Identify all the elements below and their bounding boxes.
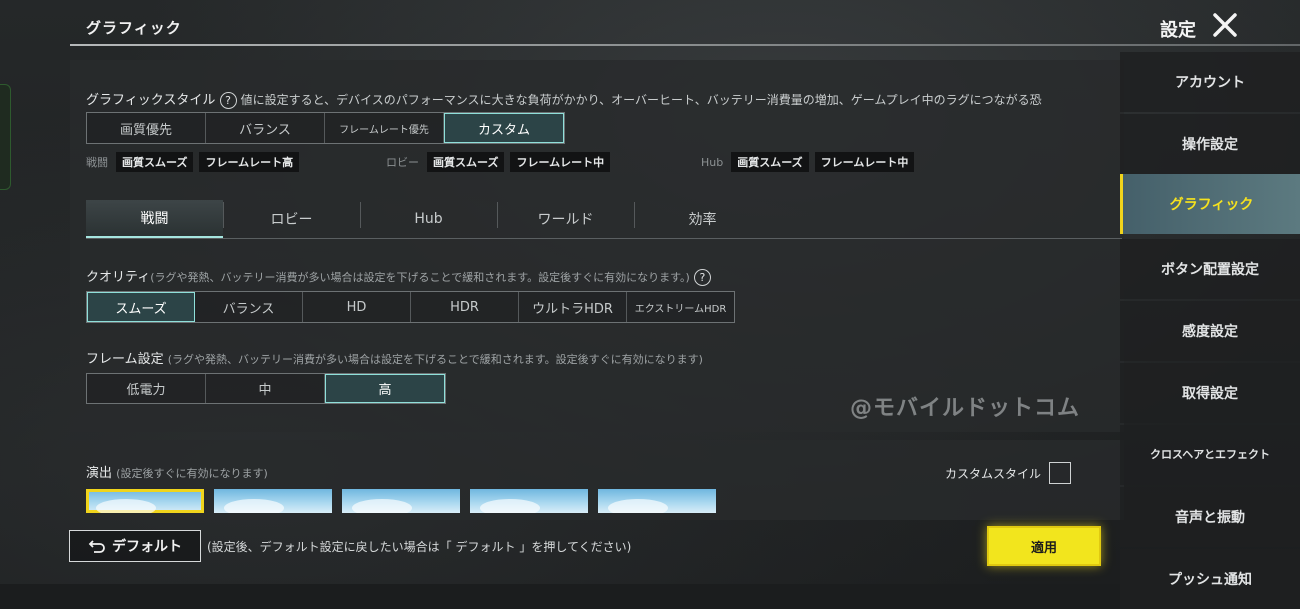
graphics-style-note: 値に設定すると、デバイスのパフォーマンスに大きな負荷がかかり、オーバーヒート、バ… (240, 93, 1042, 107)
graphics-style-label: グラフィックスタイル (86, 93, 216, 108)
sidebar-item-sensitivity[interactable]: 感度設定 (1120, 301, 1300, 361)
quality-note: (ラグや発熱、バッテリー消費が多い場合は設定を下げることで緩和されます。設定後す… (150, 271, 690, 284)
frame-selector: 低電力 中 高 (86, 373, 446, 404)
preset-label: ロビー (386, 156, 419, 169)
effects-thumbnails (86, 489, 716, 513)
frame-option[interactable]: 中 (206, 374, 325, 403)
apply-button[interactable]: 適用 (987, 526, 1101, 566)
sidebar-item-audio[interactable]: 音声と振動 (1120, 487, 1300, 547)
preset-battle: 戦闘 画質スムーズ フレームレート高 (86, 152, 300, 172)
frame-row: フレーム設定 (ラグや発熱、バッテリー消費が多い場合は設定を下げることで緩和され… (86, 348, 703, 367)
graphics-style-option[interactable]: バランス (206, 113, 325, 143)
graphics-style-row: グラフィックスタイル ? 値に設定すると、デバイスのパフォーマンスに大きな負荷が… (86, 89, 1042, 109)
preset-lobby: ロビー 画質スムーズ フレームレート中 (386, 152, 611, 172)
help-icon[interactable]: ? (693, 269, 711, 286)
quality-label: クオリティ (86, 270, 151, 285)
effect-thumbnail[interactable] (598, 489, 716, 513)
preset-fps-tag: フレームレート中 (814, 152, 915, 172)
undo-icon (88, 540, 105, 553)
quality-option[interactable]: ウルトラHDR (519, 292, 627, 322)
page-title: グラフィック (86, 19, 182, 37)
preset-hub: Hub 画質スムーズ フレームレート中 (701, 152, 915, 172)
sidebar-item-notifications[interactable]: プッシュ通知 (1120, 549, 1300, 609)
effect-thumbnail[interactable] (214, 489, 332, 513)
preset-quality-tag: 画質スムーズ (427, 152, 505, 172)
mode-tabs: 戦闘 ロビー Hub ワールド 効率 (86, 200, 1122, 239)
quality-option[interactable]: エクストリームHDR (627, 292, 734, 322)
quality-option[interactable]: HD (303, 292, 411, 322)
effect-thumbnail[interactable] (470, 489, 588, 513)
preset-quality-tag: 画質スムーズ (731, 152, 809, 172)
effect-thumbnail[interactable] (342, 489, 460, 513)
custom-style-toggle: カスタムスタイル (945, 462, 1072, 484)
effect-thumbnail-selected[interactable] (86, 489, 204, 513)
sidebar-item-crosshair[interactable]: クロスヘアとエフェクト (1120, 425, 1300, 485)
watermark: @モバイルドットコム (850, 396, 1081, 421)
default-note: (設定後、デフォルト設定に戻したい場合は「 デフォルト 」を押してください) (207, 540, 632, 554)
graphics-style-selector: 画質優先 バランス フレームレート優先 カスタム (86, 112, 565, 144)
quality-row: クオリティ(ラグや発熱、バッテリー消費が多い場合は設定を下げることで緩和されます… (86, 266, 711, 286)
tab-world[interactable]: ワールド (497, 200, 634, 238)
tab-lobby[interactable]: ロビー (223, 200, 360, 238)
default-button[interactable]: デフォルト (69, 530, 201, 562)
graphics-style-option-active[interactable]: カスタム (444, 113, 564, 143)
title-divider (70, 44, 1300, 46)
default-button-label: デフォルト (112, 539, 182, 555)
custom-style-checkbox[interactable] (1049, 462, 1072, 484)
effects-note: (設定後すぐに有効になります) (116, 467, 268, 480)
quality-option[interactable]: HDR (411, 292, 519, 322)
effects-row: 演出 (設定後すぐに有効になります) (86, 462, 268, 481)
preset-label: Hub (701, 155, 724, 169)
frame-label: フレーム設定 (86, 352, 164, 367)
close-icon[interactable] (1211, 11, 1239, 39)
sidebar-item-account[interactable]: アカウント (1120, 52, 1300, 112)
preset-label: 戦闘 (86, 156, 108, 169)
graphics-style-option[interactable]: 画質優先 (87, 113, 206, 143)
settings-sidebar: アカウント 操作設定 グラフィック ボタン配置設定 感度設定 取得設定 クロスヘ… (1120, 50, 1300, 609)
frame-option[interactable]: 低電力 (87, 374, 206, 403)
tab-efficiency[interactable]: 効率 (634, 200, 771, 238)
custom-style-label: カスタムスタイル (945, 466, 1042, 481)
frame-option-active[interactable]: 高 (325, 374, 445, 403)
sidebar-item-pickup[interactable]: 取得設定 (1120, 363, 1300, 423)
quality-selector: スムーズ バランス HD HDR ウルトラHDR エクストリームHDR (86, 291, 735, 323)
tab-hub[interactable]: Hub (360, 200, 497, 238)
preset-fps-tag: フレームレート高 (199, 152, 300, 172)
preset-quality-tag: 画質スムーズ (116, 152, 194, 172)
help-icon[interactable]: ? (219, 92, 237, 109)
sidebar-item-button-layout[interactable]: ボタン配置設定 (1120, 239, 1300, 299)
sidebar-item-controls[interactable]: 操作設定 (1120, 114, 1300, 174)
preset-fps-tag: フレームレート中 (510, 152, 611, 172)
quality-option-active[interactable]: スムーズ (87, 292, 195, 322)
graphics-style-option[interactable]: フレームレート優先 (325, 113, 444, 143)
frame-note: (ラグや発熱、バッテリー消費が多い場合は設定を下げることで緩和されます。設定後す… (167, 353, 703, 366)
quality-option[interactable]: バランス (195, 292, 303, 322)
tab-battle[interactable]: 戦闘 (86, 200, 223, 238)
settings-title: 設定 (1160, 20, 1196, 41)
left-drawer-handle[interactable] (0, 84, 11, 190)
sidebar-item-graphics[interactable]: グラフィック (1120, 174, 1300, 234)
effects-label: 演出 (86, 466, 113, 481)
